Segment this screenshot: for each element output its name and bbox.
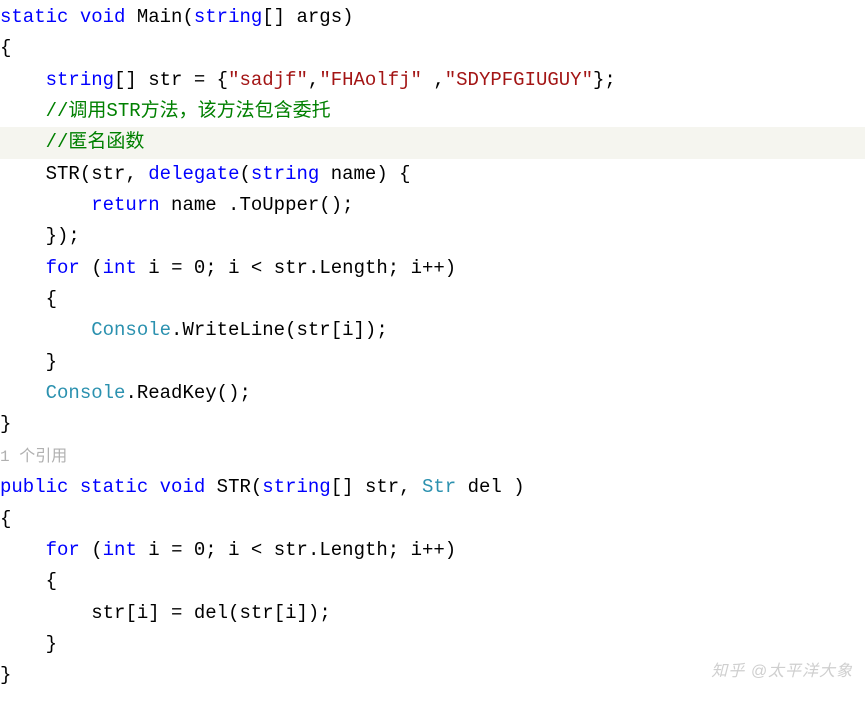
code-line: { [0, 508, 11, 530]
code-line: string[] str = {"sadjf","FHAolfj" ,"SDYP… [0, 69, 616, 91]
identifier-STR: STR [46, 163, 80, 185]
code-line: static void Main(string[] args) [0, 6, 354, 28]
identifier-str: str [296, 319, 330, 341]
string-literal: "sadjf" [228, 69, 308, 91]
reference-count: 1 个引用 [0, 448, 67, 466]
code-line: { [0, 288, 57, 310]
identifier-STR: STR [217, 476, 251, 498]
keyword-string: string [251, 163, 319, 185]
identifier-str: str [274, 539, 308, 561]
keyword-void: void [80, 6, 126, 28]
keyword-for: for [46, 539, 80, 561]
code-line: { [0, 570, 57, 592]
number-zero: 0 [194, 539, 205, 561]
code-line: Console.ReadKey(); [0, 382, 251, 404]
identifier-name: name [171, 194, 217, 216]
keyword-int: int [103, 257, 137, 279]
code-line: public static void STR(string[] str, Str… [0, 476, 525, 498]
code-line: STR(str, delegate(string name) { [0, 163, 411, 185]
identifier-del: del [468, 476, 502, 498]
keyword-for: for [46, 257, 80, 279]
identifier-str: str [91, 602, 125, 624]
string-literal: "SDYPFGIUGUY" [445, 69, 593, 91]
identifier-i: i [148, 539, 159, 561]
code-line: for (int i = 0; i < str.Length; i++) [0, 539, 456, 561]
identifier-i: i [342, 319, 353, 341]
identifier-length: Length [319, 539, 387, 561]
watermark: 知乎 @太平洋大象 [711, 659, 853, 685]
identifier-i: i [411, 257, 422, 279]
keyword-delegate: delegate [148, 163, 239, 185]
keyword-return: return [91, 194, 159, 216]
code-line: str[i] = del(str[i]); [0, 602, 331, 624]
code-line: } [0, 351, 57, 373]
keyword-int: int [103, 539, 137, 561]
identifier-del: del [194, 602, 228, 624]
identifier-i: i [285, 602, 296, 624]
identifier-toupper: ToUpper [239, 194, 319, 216]
comment: //调用STR方法，该方法包含委托 [46, 100, 331, 122]
code-line: return name .ToUpper(); [0, 194, 354, 216]
code-line: { [0, 37, 11, 59]
type-str: Str [422, 476, 456, 498]
string-literal: "FHAolfj" [319, 69, 422, 91]
comment: //匿名函数 [46, 131, 145, 153]
keyword-string: string [46, 69, 114, 91]
identifier-i: i [228, 539, 239, 561]
code-line: //匿名函数 [0, 127, 865, 158]
code-line: for (int i = 0; i < str.Length; i++) [0, 257, 456, 279]
identifier-str: str [91, 163, 125, 185]
identifier-length: Length [319, 257, 387, 279]
identifier-str: str [274, 257, 308, 279]
identifier-str: str [239, 602, 273, 624]
code-line: Console.WriteLine(str[i]); [0, 319, 388, 341]
identifier-main: Main [137, 6, 183, 28]
identifier-args: args [297, 6, 343, 28]
code-line: } [0, 633, 57, 655]
type-console: Console [46, 382, 126, 404]
number-zero: 0 [194, 257, 205, 279]
identifier-i: i [137, 602, 148, 624]
identifier-name: name [331, 163, 377, 185]
code-block: static void Main(string[] args) { string… [0, 0, 865, 692]
identifier-str: str [148, 69, 182, 91]
identifier-i: i [148, 257, 159, 279]
keyword-static: static [80, 476, 148, 498]
code-line: } [0, 664, 11, 686]
keyword-public: public [0, 476, 68, 498]
identifier-str: str [365, 476, 399, 498]
identifier-readkey: ReadKey [137, 382, 217, 404]
code-line: //调用STR方法，该方法包含委托 [0, 100, 331, 122]
code-line: } [0, 413, 11, 435]
keyword-string: string [262, 476, 330, 498]
identifier-i: i [411, 539, 422, 561]
keyword-static: static [0, 6, 68, 28]
keyword-void: void [160, 476, 206, 498]
keyword-string: string [194, 6, 262, 28]
identifier-writeline: WriteLine [182, 319, 285, 341]
type-console: Console [91, 319, 171, 341]
identifier-i: i [228, 257, 239, 279]
code-line: }); [0, 225, 80, 247]
